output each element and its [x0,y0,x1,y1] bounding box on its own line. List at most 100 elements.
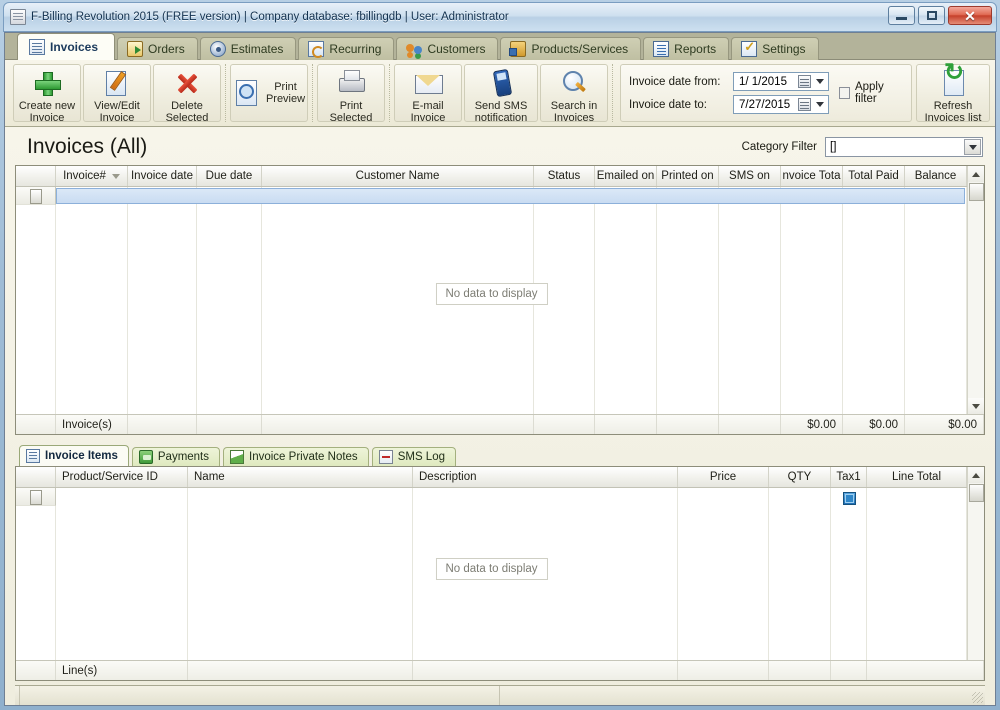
column-header[interactable]: Price [678,467,769,487]
column-header[interactable]: Due date [197,166,262,186]
mobile-phone-icon [486,69,516,97]
tab-sms-log-label: SMS Log [397,451,445,463]
tab-private-notes-label: Invoice Private Notes [249,451,358,463]
footer-cell [262,415,534,434]
email-invoice-button[interactable]: E-mail Invoice [394,64,462,124]
row-header-cell[interactable] [16,187,56,205]
view-edit-invoice-button[interactable]: View/Edit Invoice [83,64,151,124]
tab-customers[interactable]: Customers [396,37,499,60]
column-header-label: Tax1 [836,471,861,483]
print-selected-button[interactable]: Print Selected [317,64,385,124]
column-header[interactable]: QTY [769,467,831,487]
grid-column [56,187,128,414]
footer-cell [831,661,867,680]
tab-invoice-items-label: Invoice Items [45,450,118,462]
tab-customers-label: Customers [427,42,486,56]
column-header[interactable]: Total Paid [843,166,905,186]
column-header[interactable]: Balance [905,166,967,186]
column-header[interactable]: Printed on [657,166,719,186]
tab-reports[interactable]: Reports [643,37,730,60]
column-header[interactable]: Invoice date [128,166,197,186]
reports-icon [653,41,670,57]
category-filter-dropdown-button[interactable] [964,139,981,155]
tab-estimates[interactable]: Estimates [199,37,297,60]
footer-cell [657,415,719,434]
delete-selected-button[interactable]: Delete Selected [153,64,221,124]
scroll-up-button[interactable] [967,467,984,483]
footer-cell [16,415,56,434]
column-header[interactable] [16,467,56,487]
column-header[interactable]: Status [534,166,595,186]
column-header[interactable]: Customer Name [262,166,534,186]
column-header[interactable]: Description [413,467,678,487]
invoices-grid: Invoice# Invoice date Due date Customer Nam… [15,165,985,435]
invoice-date-from-row: Invoice date from: 1/ 1/2015 [629,72,829,91]
row-header-cell[interactable] [16,488,56,506]
footer-cell [16,661,56,680]
send-sms-label-2: notification [474,112,528,124]
scroll-down-button[interactable] [967,398,984,414]
grid-column [678,488,769,660]
scrollbar-thumb[interactable] [968,183,984,201]
resize-grip-icon[interactable] [969,686,985,705]
column-header[interactable] [16,166,56,186]
print-preview-button[interactable]: Print Preview [230,64,308,122]
column-header[interactable]: Line Total [867,467,967,487]
tab-invoices[interactable]: Invoices [17,33,116,60]
send-sms-label-1: Send SMS [474,100,528,112]
tab-recurring[interactable]: Recurring [298,37,395,60]
items-empty-message: No data to display [435,557,548,580]
tab-settings[interactable]: Settings [731,37,819,60]
items-vertical-scrollbar[interactable] [967,467,984,660]
date-to-dropdown-button[interactable] [813,96,826,113]
tab-sms-log[interactable]: SMS Log [371,447,456,466]
tab-payments[interactable]: Payments [131,447,221,466]
invoice-date-to-input[interactable]: 7/27/2015 [733,95,829,114]
invoices-empty-message: No data to display [435,282,548,305]
column-header[interactable]: Emailed on [595,166,657,186]
status-panel-2 [20,686,500,705]
detail-tab-strip: Invoice Items Payments Invoice Private N… [15,445,985,466]
chevron-up-icon [972,472,980,478]
scrollbar-track[interactable] [967,502,984,660]
products-icon [509,41,527,57]
invoice-doc-icon [29,39,45,55]
grid-column [16,187,56,414]
column-header[interactable]: SMS on [719,166,781,186]
column-header[interactable]: Product/Service ID [56,467,188,487]
scrollbar-thumb[interactable] [968,484,984,502]
customers-icon [406,41,423,57]
refresh-label-2: Invoices list [924,112,982,124]
scrollbar-track[interactable] [967,201,984,398]
tax1-checkbox-cell[interactable] [842,492,856,505]
send-sms-button[interactable]: Send SMS notification [464,64,538,124]
refresh-invoices-list-button[interactable]: RefreshInvoices list [916,64,990,124]
invoices-vertical-scrollbar[interactable] [967,166,984,414]
create-new-invoice-label-1: Create new [18,100,76,112]
column-header[interactable]: Name [188,467,413,487]
column-header[interactable]: Invoice# [56,166,128,186]
maximize-button[interactable] [918,6,945,25]
category-filter-combobox[interactable]: [] [825,137,983,157]
column-header-label: Printed on [661,170,714,182]
tab-products-services[interactable]: Products/Services [500,37,642,60]
column-header[interactable]: Tax1 [831,467,867,487]
close-button[interactable]: ✕ [948,6,992,25]
footer-cell [678,661,769,680]
minimize-button[interactable] [888,6,915,25]
tab-invoice-private-notes[interactable]: Invoice Private Notes [223,447,369,466]
chevron-down-icon [968,144,977,150]
tab-invoice-items[interactable]: Invoice Items [19,445,129,466]
column-header[interactable]: nvoice Tota [781,166,843,186]
invoice-date-from-input[interactable]: 1/ 1/2015 [733,72,829,91]
status-panel-3 [500,686,969,705]
selected-row[interactable] [56,188,965,204]
tab-orders[interactable]: Orders [117,37,198,60]
date-from-dropdown-button[interactable] [813,73,826,90]
apply-filter-checkbox[interactable]: Apply filter [839,81,903,105]
status-bar [15,685,985,705]
scroll-up-button[interactable] [967,166,984,182]
create-new-invoice-button[interactable]: Create new Invoice [13,64,81,124]
search-in-invoices-button[interactable]: Search in Invoices [540,64,608,124]
refresh-label-1: Refresh [933,100,973,112]
